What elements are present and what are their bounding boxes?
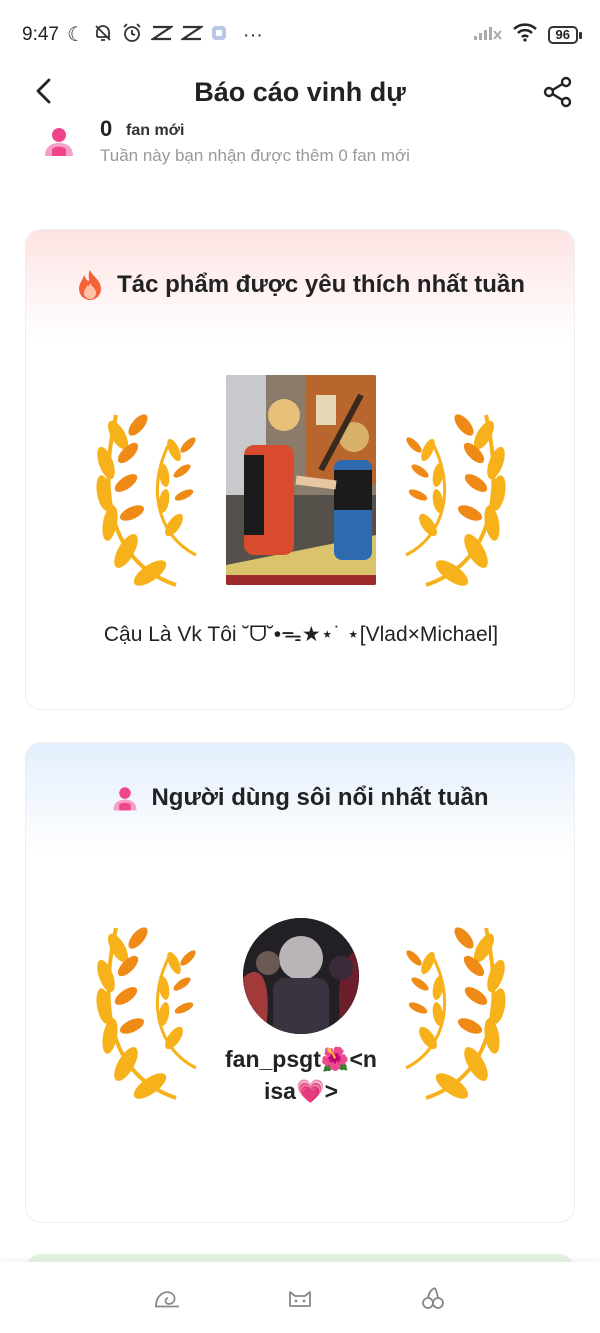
- user-icon: [45, 128, 73, 156]
- chevron-left-icon: [36, 78, 51, 104]
- nav-discover[interactable]: [280, 1278, 320, 1318]
- wifi-icon: [512, 22, 538, 48]
- new-fans-count: 0: [100, 116, 113, 141]
- nav-profile[interactable]: [413, 1278, 453, 1318]
- share-button[interactable]: [540, 74, 576, 110]
- page-title: Báo cáo vinh dự: [194, 76, 406, 107]
- app-header: Báo cáo vinh dự: [0, 70, 600, 114]
- more-dots-icon: ···: [242, 24, 263, 46]
- cat-icon: [289, 1290, 311, 1307]
- moon-icon: ☾: [66, 24, 85, 46]
- new-fans-row: 0 fan mới Tuần này bạn nhận được thêm 0 …: [40, 116, 560, 176]
- top-user-name-line1: fan_psgt🌺<n: [225, 1046, 377, 1072]
- top-user-name-line2: isa💗>: [263, 1078, 339, 1104]
- new-fans-unit: fan mới: [126, 122, 185, 139]
- status-time: 9:47: [22, 24, 59, 45]
- top-work-card: Tác phẩm được yêu thích nhất tuần Cậu Là…: [25, 229, 575, 710]
- home-icon: [154, 1290, 179, 1307]
- fire-icon: [79, 270, 102, 300]
- battery-icon: 96: [547, 26, 583, 44]
- user-icon: [113, 787, 137, 811]
- share-icon: [543, 76, 572, 108]
- capcut-icon: [149, 24, 175, 46]
- back-button[interactable]: [28, 76, 58, 106]
- nav-home[interactable]: [147, 1278, 187, 1318]
- alarm-icon: [121, 22, 143, 48]
- top-user-avatar[interactable]: [243, 918, 359, 1034]
- bell-off-icon: [93, 23, 113, 47]
- top-user-header: Người dùng sôi nổi nhất tuần: [26, 743, 574, 853]
- top-work-thumbnail[interactable]: [226, 375, 376, 585]
- laurel-left-icon: [96, 414, 197, 587]
- signal-icon: [473, 23, 502, 47]
- top-work-section-title: Tác phẩm được yêu thích nhất tuần: [117, 271, 525, 298]
- top-user-section-title: Người dùng sôi nổi nhất tuần: [151, 784, 489, 811]
- new-fans-description: Tuần này bạn nhận được thêm 0 fan mới: [100, 146, 410, 165]
- capcut-icon: [179, 24, 205, 46]
- top-work-header: Tác phẩm được yêu thích nhất tuần: [26, 230, 574, 340]
- laurel-right-icon: [405, 414, 506, 587]
- app-icon: [211, 25, 227, 45]
- status-bar: 9:47 ☾ ··· 96: [0, 0, 600, 70]
- top-user-card: Người dùng sôi nổi nhất tuần fan_psgt🌺<n…: [25, 742, 575, 1223]
- cherry-icon: [422, 1286, 445, 1309]
- bottom-nav: [0, 1262, 600, 1333]
- top-user-name[interactable]: fan_psgt🌺<n isa💗>: [176, 1043, 426, 1107]
- top-work-title[interactable]: Cậu Là Vk Tôi ˘ᗜ˘•ᯓ★⋆˙ ⋆[Vlad×Michael]: [26, 620, 574, 648]
